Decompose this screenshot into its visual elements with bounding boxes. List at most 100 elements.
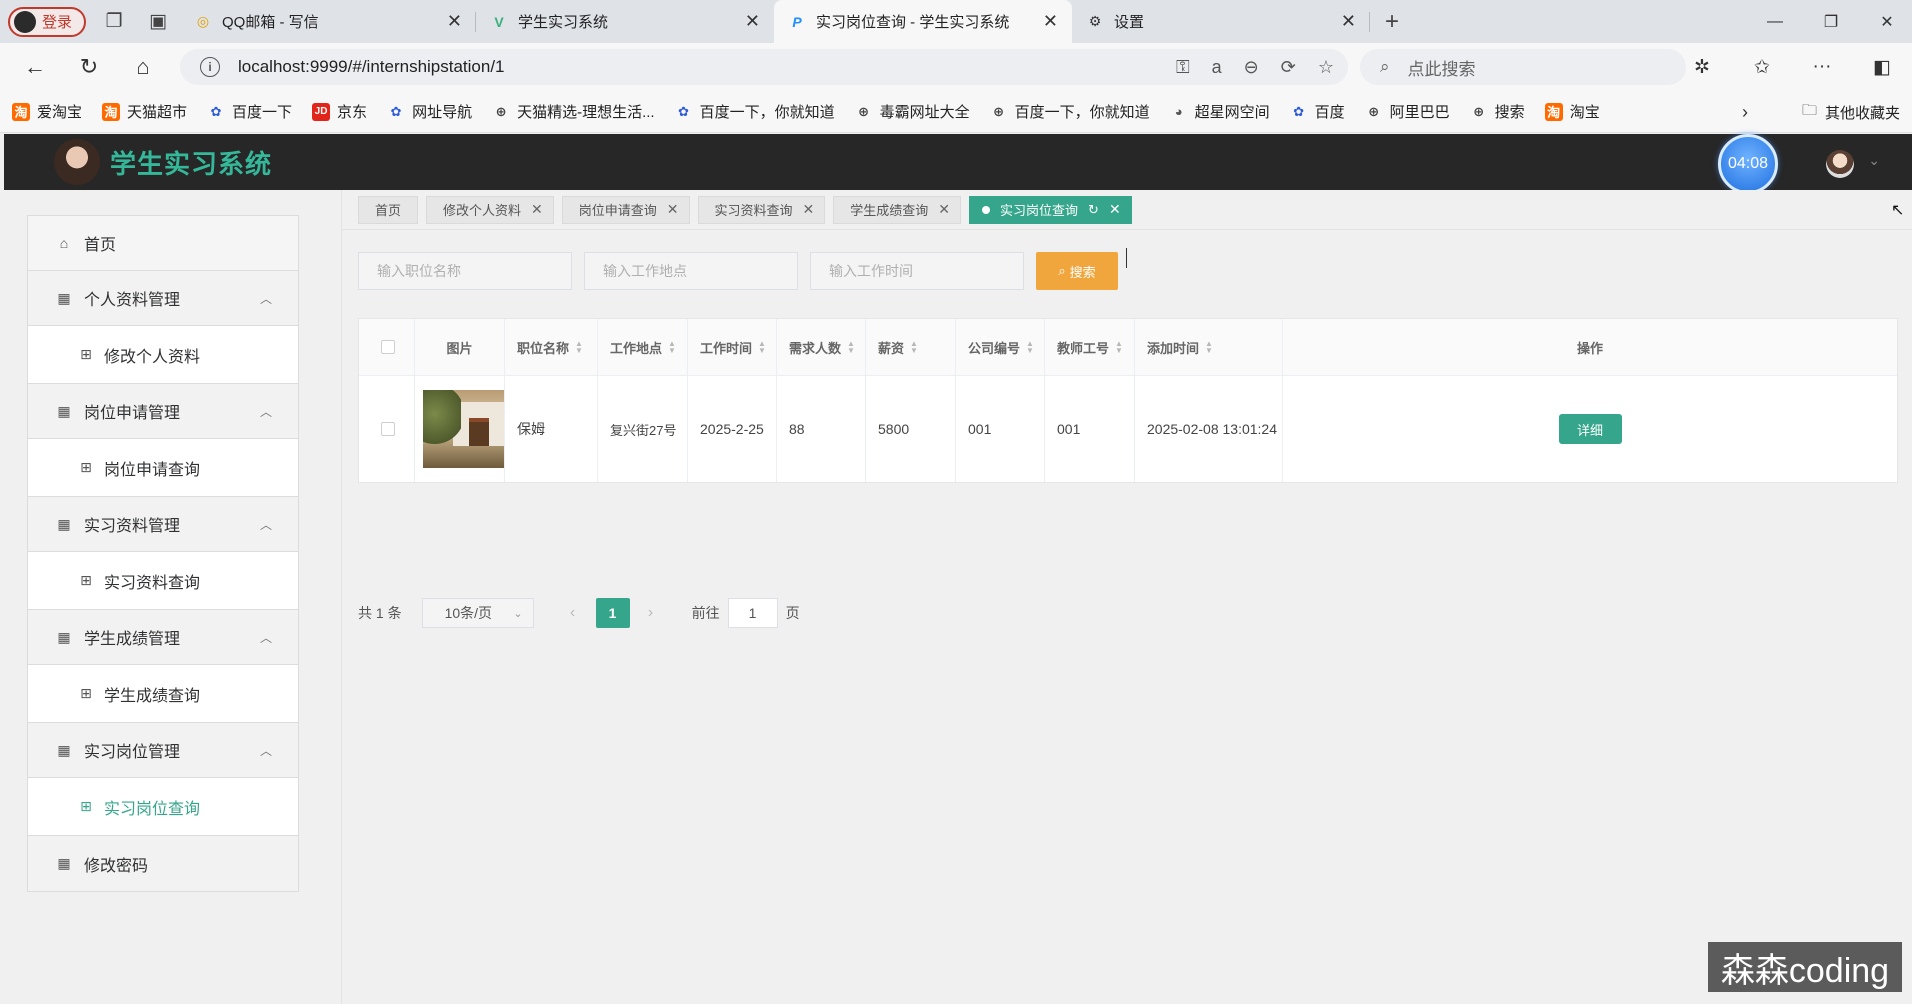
prev-page-icon[interactable]: ‹ [558,604,588,622]
favorite-star-icon[interactable]: ☆ [1318,57,1334,78]
apps-icon: ⊞ [80,685,92,701]
tag-materials-query[interactable]: 实习资料查询 ✕ [697,195,826,224]
apps-icon: ⊞ [80,459,92,475]
col-location[interactable]: 工作地点 ▲ ▼ [598,319,688,375]
page-size-select[interactable]: 10条/页 ⌄ [421,598,534,628]
sidebar-group-station[interactable]: ▦ 实习岗位管理 ︿ [28,723,298,778]
bookmarks-more-chevron-icon[interactable]: › [1742,91,1748,133]
tag-station-query[interactable]: 实习岗位查询 ↻ ✕ [969,195,1132,224]
home-icon[interactable]: ⌂ [116,43,170,91]
favorites-icon[interactable]: ✩ [1732,56,1792,79]
chevron-down-icon[interactable]: ⌄ [1868,152,1880,169]
next-page-icon[interactable]: › [636,604,666,622]
sidebar-item-application-query[interactable]: ⊞ 岗位申请查询 [28,439,298,497]
col-title[interactable]: 职位名称 ▲ ▼ [505,319,598,375]
col-count[interactable]: 需求人数 ▲ ▼ [777,319,866,375]
tag-grades-query[interactable]: 学生成绩查询 ✕ [833,195,962,224]
bookmark-duba[interactable]: ⊕ 毒霸网址大全 [855,101,969,122]
bookmark-taobao[interactable]: 淘淘宝 [1544,101,1600,122]
bookmark-tmall-select[interactable]: ⊕ 天猫精选-理想生活... [492,101,655,122]
profile-login-button[interactable]: 登录 [8,6,87,37]
other-bookmarks-folder[interactable]: 🗀 其他收藏夹 [1802,91,1900,133]
tag-application-query[interactable]: 岗位申请查询 ✕ [561,195,690,224]
sidebar-group-grades[interactable]: ▦ 学生成绩管理 ︿ [28,610,298,665]
close-icon[interactable]: ✕ [938,201,950,218]
password-key-icon[interactable]: ⚿ [1176,57,1190,78]
search-button[interactable]: ⌕ 搜索 [1036,252,1118,290]
col-teacher[interactable]: 教师工号 ▲ ▼ [1045,319,1135,375]
restore-icon[interactable]: ❐ [1803,0,1859,43]
col-company[interactable]: 公司编号 ▲ ▼ [956,319,1045,375]
sidebar-item-home[interactable]: ⌂ 首页 [28,216,298,271]
close-tab-icon[interactable]: ✕ [745,11,760,32]
refresh-icon[interactable]: ↻ [62,43,116,91]
browser-tab-system[interactable]: V 学生实习系统 ✕ [476,0,774,43]
minimize-icon[interactable]: — [1747,0,1803,43]
bookmarks-bar: 淘爱淘宝 淘天猫超市 ✿ 百度一下 JD 京东 ✿ 网址导航 ⊕ 天猫精选-理想生活..… [0,91,1912,133]
tab-actions-icon[interactable]: ▣ [136,0,180,43]
goto-page-input[interactable] [727,598,778,628]
grid-icon: ▦ [57,741,71,758]
close-window-icon[interactable]: ✕ [1859,0,1912,43]
browser-tab-settings[interactable]: ⚙ 设置 ✕ [1072,0,1371,43]
zoom-out-icon[interactable]: ⊖ [1244,57,1259,78]
edge-sync-icon[interactable]: ⟳ [1281,57,1296,78]
col-time[interactable]: 工作时间 ▲ ▼ [688,319,777,375]
sidebar-group-materials[interactable]: ▦ 实习资料管理 ︿ [28,497,298,552]
bookmark-baidu[interactable]: ✿ 百度一下 [207,101,292,122]
sidebar-item-edit-profile[interactable]: ⊞ 修改个人资料 [28,326,298,384]
row-select-cell [359,376,415,482]
close-tab-icon[interactable]: ✕ [447,11,462,32]
bookmark-alibaba[interactable]: ⊕ 阿里巴巴 [1365,101,1449,122]
bookmark-search[interactable]: ⊕ 搜索 [1470,101,1524,122]
bookmark-baidu-3[interactable]: ⊕ 百度一下，你就知道 [990,101,1149,122]
sidebar-item-materials-query[interactable]: ⊞ 实习资料查询 [28,552,298,610]
bookmark-baidu-4[interactable]: ✿ 百度 [1290,101,1344,122]
bookmark-chaoxing[interactable]: ◕ 超星网空间 [1170,101,1270,122]
sidebar-item-grades-query[interactable]: ⊞ 学生成绩查询 [28,665,298,723]
browser-search-field[interactable]: ⌕ 点此搜索 [1360,49,1686,85]
site-info-icon[interactable]: i [200,57,220,77]
apps-icon: ⊞ [80,798,92,814]
tag-edit-profile[interactable]: 修改个人资料 ✕ [426,195,554,224]
more-menu-icon[interactable]: ··· [1792,56,1852,78]
close-icon[interactable]: ✕ [1109,201,1121,218]
browser-tab-internship-station[interactable]: P 实习岗位查询 - 学生实习系统 ✕ [774,0,1073,43]
col-action: 操作 [1576,340,1603,356]
detail-button[interactable]: 详细 [1558,414,1622,444]
bookmark-jd[interactable]: JD 京东 [312,101,367,122]
bookmark-baidu-2[interactable]: ✿ 百度一下，你就知道 [675,101,834,122]
col-salary[interactable]: 薪资 ▲ ▼ [866,319,956,375]
bookmark-aitaobao[interactable]: 淘爱淘宝 [12,101,82,122]
close-icon[interactable]: ✕ [531,201,543,218]
work-time-input[interactable] [810,252,1024,290]
sidebar-group-application[interactable]: ▦ 岗位申请管理 ︿ [28,384,298,439]
work-location-input[interactable] [584,252,798,290]
page-number-current[interactable]: 1 [595,598,630,628]
close-tab-icon[interactable]: ✕ [1043,11,1058,32]
extensions-icon[interactable]: ✲ [1672,56,1732,79]
sidebar-item-change-password[interactable]: ▦ 修改密码 [28,836,298,891]
select-all-checkbox[interactable] [381,340,395,354]
back-icon[interactable]: ← [8,43,62,91]
col-added[interactable]: 添加时间 ▲ ▼ [1135,319,1283,375]
tag-home[interactable]: 首页 [358,195,419,224]
close-icon[interactable]: ✕ [803,201,815,218]
browser-tab-qqmail[interactable]: ◎ QQ邮箱 - 写信 ✕ [180,0,477,43]
translate-icon[interactable]: a [1212,57,1222,78]
user-avatar[interactable] [1826,150,1854,178]
sidebar-toggle-icon[interactable]: ◧ [1852,56,1912,79]
sidebar-group-profile[interactable]: ▦ 个人资料管理 ︿ [28,271,298,326]
refresh-icon[interactable]: ↻ [1088,202,1099,218]
new-tab-icon[interactable]: + [1370,0,1414,43]
bookmark-tmall-supermarket[interactable]: 淘天猫超市 [102,101,187,122]
sort-caret-icon: ▲ ▼ [847,339,855,355]
job-title-input[interactable] [358,252,572,290]
row-checkbox[interactable] [381,422,395,436]
url-field[interactable]: i localhost:9999/#/internshipstation/1 ⚿… [180,49,1348,85]
workspaces-icon[interactable]: ❐ [92,0,136,43]
bookmark-hao123[interactable]: ✿ 网址导航 [387,101,472,122]
close-icon[interactable]: ✕ [667,201,679,218]
sidebar-item-station-query[interactable]: ⊞ 实习岗位查询 [28,778,298,836]
close-tab-icon[interactable]: ✕ [1341,11,1356,32]
